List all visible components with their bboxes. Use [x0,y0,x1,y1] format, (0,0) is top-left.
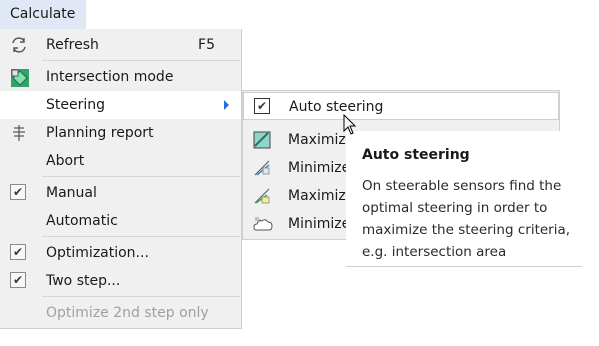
intersection-mode-icon [10,68,29,87]
refresh-shortcut: F5 [198,37,215,53]
submenu-item-auto-steering-label: Auto steering [289,99,384,115]
separator [42,176,240,177]
checkmark-icon: ✔ [254,98,270,114]
mouse-cursor-icon [343,113,357,140]
menu-item-abort-label: Abort [46,153,85,169]
menu-item-intersection-mode-label: Intersection mode [46,69,174,85]
menu-item-automatic[interactable]: Automatic [0,207,241,235]
menu-item-optimize-2nd-step-only: Optimize 2nd step only [0,299,241,327]
refresh-icon [10,36,28,54]
menu-item-optimization-label: Optimization... [46,245,149,261]
separator [42,296,240,297]
checkmark-icon: ✔ [10,184,26,200]
menu-item-refresh-label: Refresh [46,37,99,53]
menu-item-planning-report-label: Planning report [46,125,154,141]
menu-item-two-step-label: Two step... [46,273,121,289]
menu-item-optimization[interactable]: ✔ Optimization... [0,239,241,267]
tooltip-body: On steerable sensors find the optimal st… [362,178,571,260]
menu-item-steering-label: Steering [46,97,106,113]
separator [42,60,240,61]
checkmark-icon: ✔ [10,272,26,288]
minimize-cloud-icon [253,215,273,233]
submenu-item-minimize-1-label: Minimize [288,160,351,176]
tooltip-title: Auto steering [362,147,470,163]
menu-calculate[interactable]: Calculate [0,0,86,29]
maximize-sensor-icon [253,187,271,205]
menu-item-steering[interactable]: Steering [0,91,241,119]
menu-item-abort[interactable]: Abort [0,147,241,175]
auto-steering-tooltip: Auto steering On steerable sensors find … [346,131,582,267]
menu-item-two-step[interactable]: ✔ Two step... [0,267,241,295]
menu-item-manual[interactable]: ✔ Manual [0,179,241,207]
menu-item-intersection-mode[interactable]: Intersection mode [0,63,241,91]
planning-report-icon [10,124,28,142]
submenu-item-maximize-1-label: Maximiz [288,132,346,148]
separator [42,236,240,237]
submenu-arrow-icon [224,100,229,110]
menu-item-refresh[interactable]: Refresh F5 [0,31,241,59]
submenu-item-maximize-2-label: Maximiz [288,188,346,204]
menu-item-automatic-label: Automatic [46,213,118,229]
menu-item-planning-report[interactable]: Planning report [0,119,241,147]
menu-item-manual-label: Manual [46,185,97,201]
minimize-angle-icon [253,159,271,177]
checkmark-icon: ✔ [10,244,26,260]
submenu-item-auto-steering[interactable]: ✔ Auto steering [243,92,559,120]
menu-item-optimize-2nd-step-only-label: Optimize 2nd step only [46,305,209,321]
submenu-item-minimize-2-label: Minimize [288,216,351,232]
calculate-dropdown: Refresh F5 Intersection mode Steering Pl… [0,29,242,329]
menu-calculate-label: Calculate [10,6,76,22]
maximize-area-icon [253,131,271,149]
